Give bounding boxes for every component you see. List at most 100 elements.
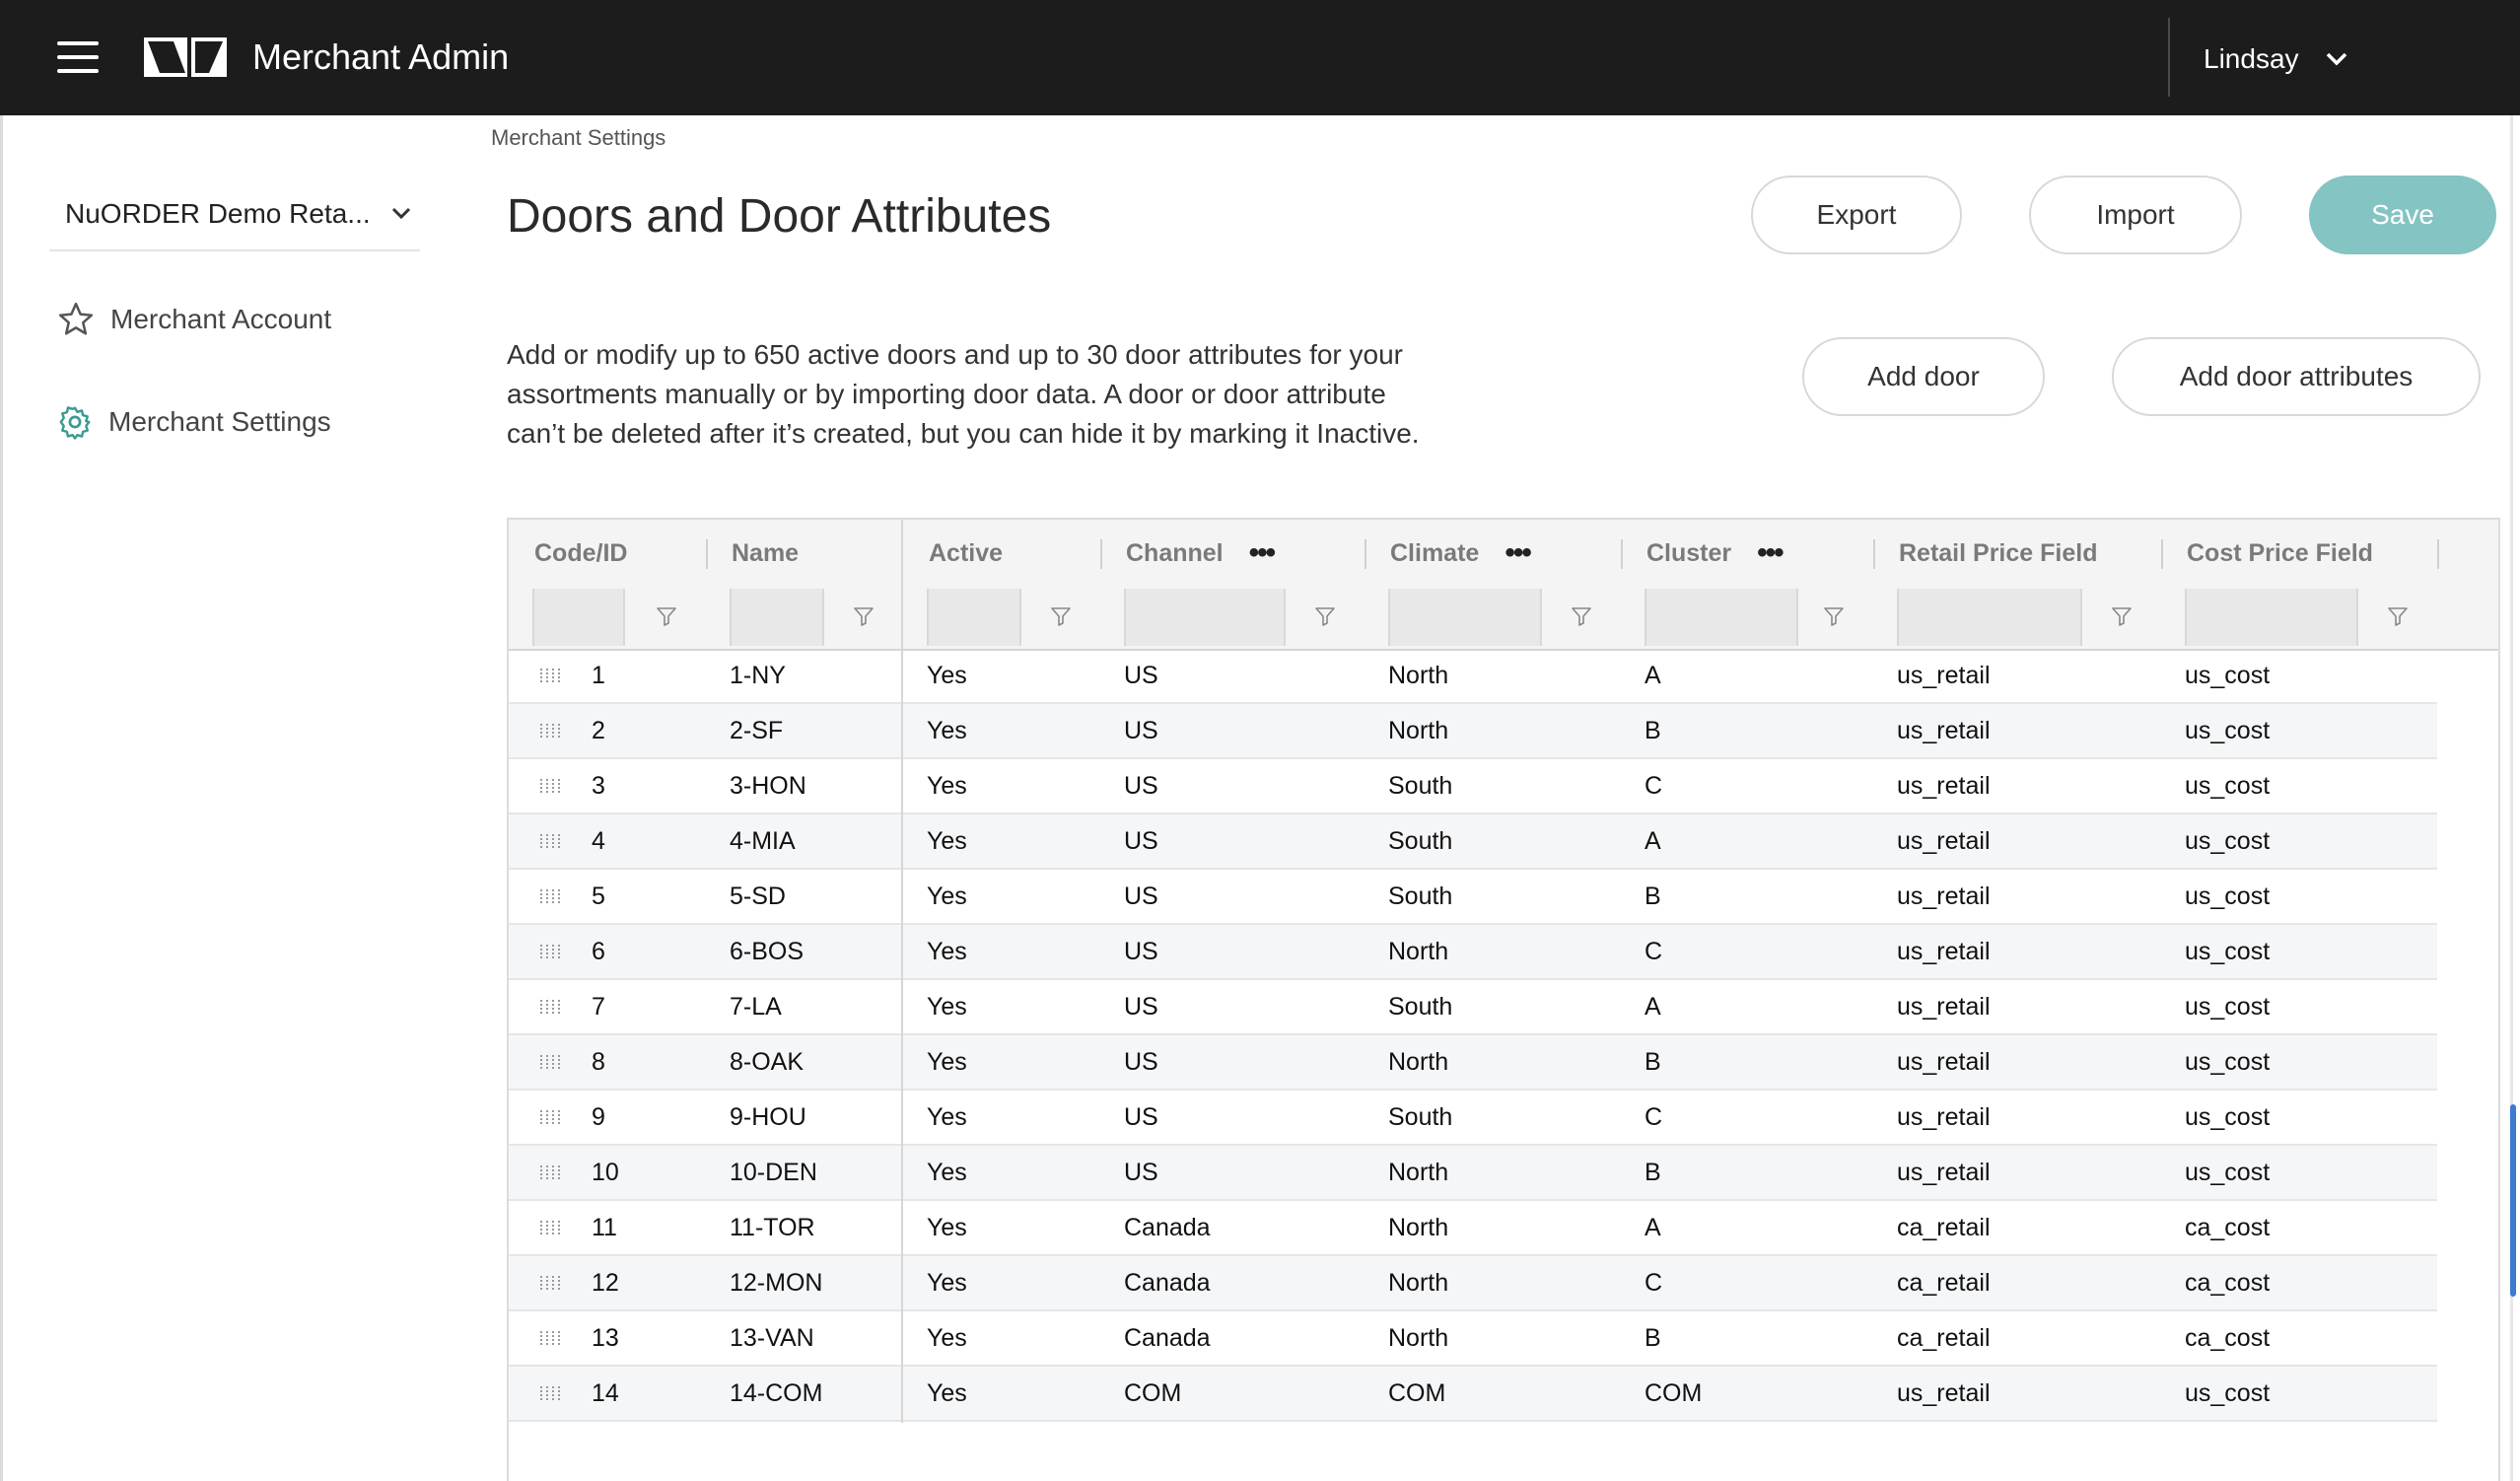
cell-active[interactable]: Yes [927,649,967,702]
cell-retail-price-field[interactable]: ca_retail [1897,1311,1991,1365]
cell-name[interactable]: 4-MIA [730,814,796,868]
cell-cost-price-field[interactable]: us_cost [2185,704,2270,757]
drag-handle-icon[interactable] [538,833,562,849]
cell-cost-price-field[interactable]: ca_cost [2185,1256,2270,1309]
filter-icon[interactable] [2386,604,2410,628]
table-row[interactable]: 11 11-TOR Yes Canada North Aca_retail ca_cost [509,1201,2437,1256]
cell-cost-price-field[interactable]: us_cost [2185,925,2270,978]
cell-code-id[interactable]: 8 [592,1035,605,1089]
cell-retail-price-field[interactable]: us_retail [1897,1035,1991,1089]
cell-retail-price-field[interactable]: us_retail [1897,759,1991,812]
cell-climate[interactable]: North [1388,649,1448,702]
column-menu-icon[interactable]: ••• [1505,538,1531,568]
drag-handle-icon[interactable] [538,888,562,904]
table-row[interactable]: 5 5-SD Yes US South Bus_retail us_cost [509,870,2437,925]
cell-retail-price-field[interactable]: ca_retail [1897,1201,1991,1254]
cell-name[interactable]: 11-TOR [730,1201,815,1254]
table-row[interactable]: 9 9-HOU Yes US South Cus_retail us_cost [509,1091,2437,1146]
cell-name[interactable]: 6-BOS [730,925,804,978]
cell-retail-price-field[interactable]: us_retail [1897,1367,1991,1420]
cell-retail-price-field[interactable]: ca_retail [1897,1256,1991,1309]
cell-cost-price-field[interactable]: us_cost [2185,1035,2270,1089]
cell-channel[interactable]: Canada [1124,1256,1211,1309]
cell-name[interactable]: 10-DEN [730,1146,817,1199]
filter-input-cost-price-field[interactable] [2185,589,2358,646]
cell-cost-price-field[interactable]: us_cost [2185,980,2270,1033]
cell-cost-price-field[interactable]: us_cost [2185,759,2270,812]
export-button[interactable]: Export [1751,176,1962,254]
cell-active[interactable]: Yes [927,1091,967,1144]
cell-active[interactable]: Yes [927,870,967,923]
filter-icon[interactable] [852,604,875,628]
drag-handle-icon[interactable] [538,1220,562,1235]
cell-channel[interactable]: Canada [1124,1311,1211,1365]
cell-active[interactable]: Yes [927,704,967,757]
column-menu-icon[interactable]: ••• [1757,538,1784,568]
cell-active[interactable]: Yes [927,1035,967,1089]
cell-channel[interactable]: US [1124,980,1158,1033]
cell-climate[interactable]: North [1388,1035,1448,1089]
table-row[interactable]: 2 2-SF Yes US North Bus_retail us_cost [509,704,2437,759]
cell-cluster[interactable]: A [1645,1201,1661,1254]
cell-active[interactable]: Yes [927,1146,967,1199]
cell-channel[interactable]: US [1124,1091,1158,1144]
table-row[interactable]: 6 6-BOS Yes US North Cus_retail us_cost [509,925,2437,980]
cell-code-id[interactable]: 6 [592,925,605,978]
filter-input-cluster[interactable] [1645,589,1798,646]
drag-handle-icon[interactable] [538,1385,562,1401]
cell-code-id[interactable]: 9 [592,1091,605,1144]
cell-climate[interactable]: COM [1388,1367,1445,1420]
cell-cost-price-field[interactable]: us_cost [2185,1146,2270,1199]
filter-input-channel[interactable] [1124,589,1286,646]
cell-retail-price-field[interactable]: us_retail [1897,980,1991,1033]
nuorder-logo[interactable] [144,35,227,79]
filter-input-active[interactable] [927,589,1021,646]
cell-cluster[interactable]: A [1645,814,1661,868]
cell-cluster[interactable]: B [1645,870,1661,923]
cell-retail-price-field[interactable]: us_retail [1897,649,1991,702]
cell-cluster[interactable]: C [1645,1256,1662,1309]
column-separator[interactable] [1621,539,1623,569]
cell-name[interactable]: 3-HON [730,759,806,812]
column-header-cost-price-field[interactable]: Cost Price Field [2187,520,2373,587]
cell-retail-price-field[interactable]: us_retail [1897,925,1991,978]
column-separator[interactable] [1365,539,1366,569]
cell-channel[interactable]: US [1124,870,1158,923]
cell-name[interactable]: 1-NY [730,649,786,702]
drag-handle-icon[interactable] [538,1054,562,1070]
table-row[interactable]: 8 8-OAK Yes US North Bus_retail us_cost [509,1035,2437,1091]
cell-cluster[interactable]: A [1645,980,1661,1033]
sidebar-item-merchant-account[interactable]: Merchant Account [57,298,331,341]
import-button[interactable]: Import [2029,176,2242,254]
drag-handle-icon[interactable] [538,668,562,683]
cell-active[interactable]: Yes [927,1311,967,1365]
column-separator[interactable] [2437,539,2439,569]
drag-handle-icon[interactable] [538,944,562,959]
column-menu-icon[interactable]: ••• [1249,538,1276,568]
table-row[interactable]: 7 7-LA Yes US South Aus_retail us_cost [509,980,2437,1035]
cell-climate[interactable]: North [1388,925,1448,978]
cell-channel[interactable]: US [1124,1035,1158,1089]
table-row[interactable]: 1 1-NY Yes US North Aus_retail us_cost [509,649,2437,704]
cell-cost-price-field[interactable]: us_cost [2185,1091,2270,1144]
column-header-active[interactable]: Active [929,520,1003,587]
cell-channel[interactable]: US [1124,925,1158,978]
breadcrumb[interactable]: Merchant Settings [491,123,665,153]
cell-name[interactable]: 5-SD [730,870,786,923]
cell-cost-price-field[interactable]: us_cost [2185,814,2270,868]
cell-name[interactable]: 9-HOU [730,1091,806,1144]
cell-channel[interactable]: COM [1124,1367,1181,1420]
cell-name[interactable]: 14-COM [730,1367,822,1420]
hamburger-menu-icon[interactable] [57,41,101,73]
save-button[interactable]: Save [2309,176,2496,254]
cell-code-id[interactable]: 7 [592,980,605,1033]
drag-handle-icon[interactable] [538,1109,562,1125]
cell-cluster[interactable]: C [1645,925,1662,978]
filter-icon[interactable] [655,604,678,628]
cell-active[interactable]: Yes [927,1256,967,1309]
cell-cost-price-field[interactable]: us_cost [2185,1367,2270,1420]
cell-retail-price-field[interactable]: us_retail [1897,814,1991,868]
cell-name[interactable]: 13-VAN [730,1311,814,1365]
cell-climate[interactable]: South [1388,814,1452,868]
filter-input-name[interactable] [730,589,824,646]
